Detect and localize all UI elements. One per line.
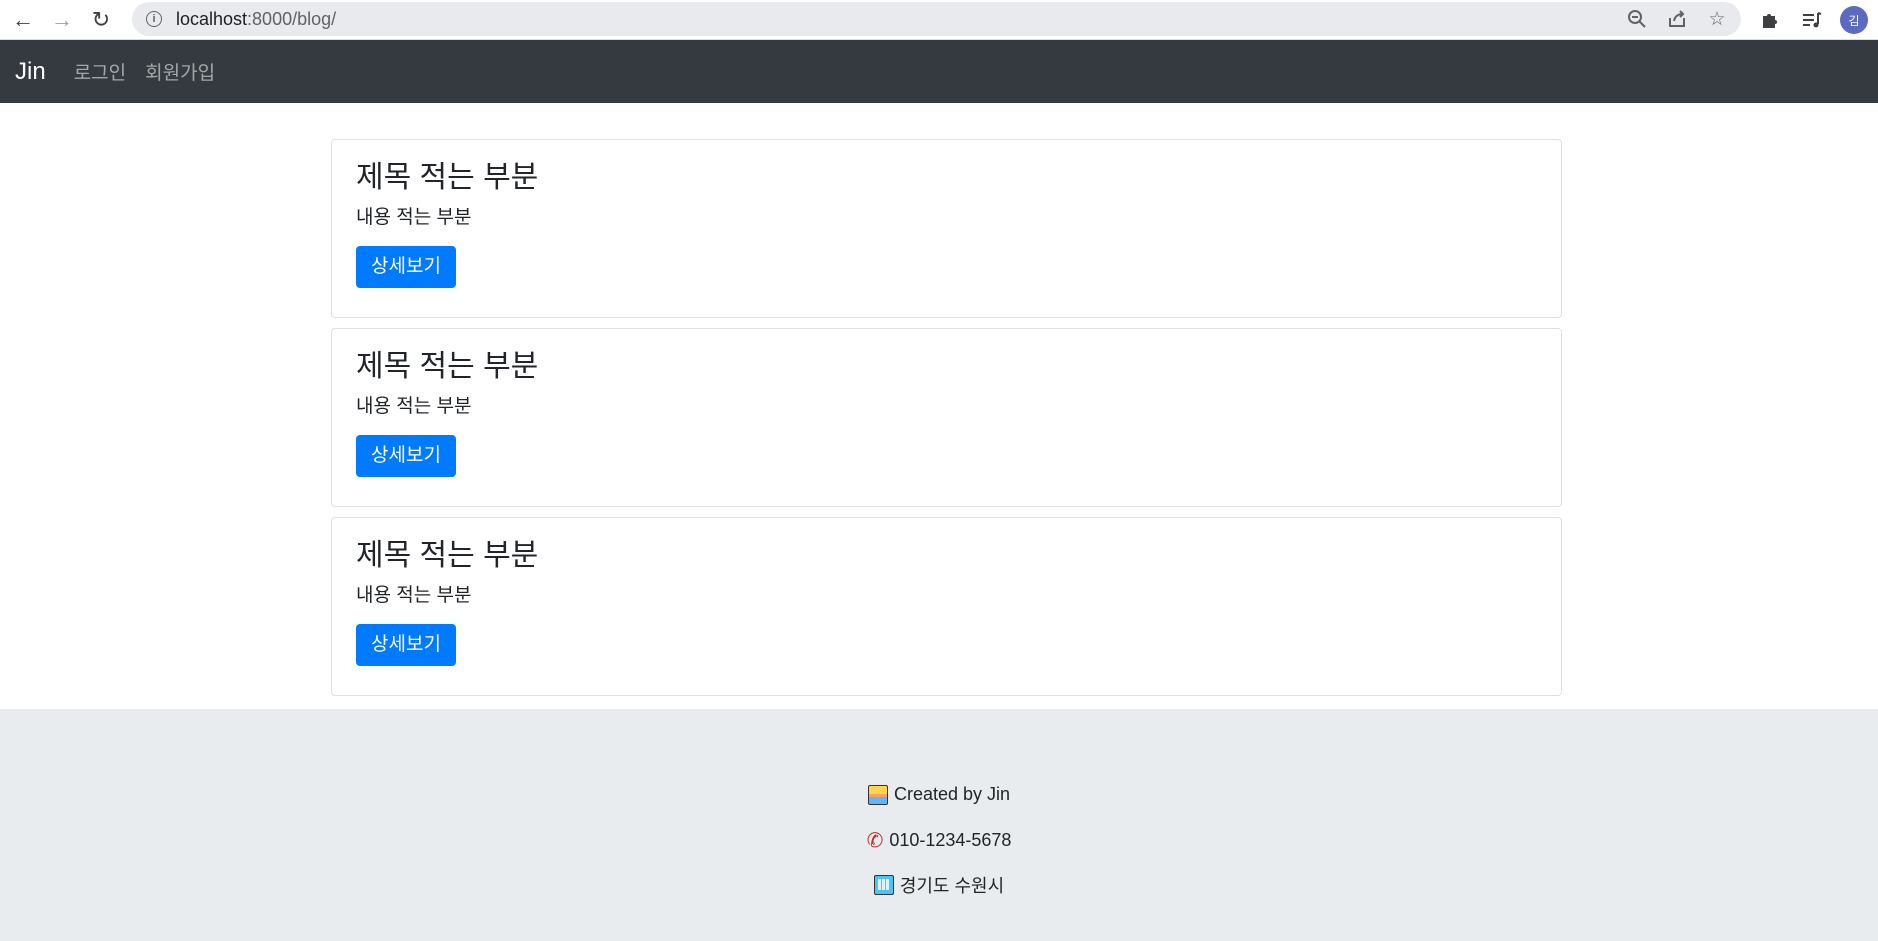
share-icon[interactable] [1663,5,1691,33]
post-title: 제목 적는 부분 [356,161,539,194]
footer-created-text: Created by Jin [893,784,1011,804]
detail-button[interactable]: 상세보기 [356,246,456,288]
profile-avatar[interactable]: 김 [1840,6,1868,34]
post-card: 제목 적는 부분 내용 적는 부분 상세보기 [331,517,1562,696]
detail-button[interactable]: 상세보기 [356,624,456,666]
office-building-icon [873,875,894,895]
footer-phone-text: 010-1234-5678 [889,830,1012,850]
zoom-icon[interactable] [1623,5,1651,33]
site-footer: Created by Jin ✆ 010-1234-5678 경기도 수원시 [0,709,1878,941]
site-info-icon[interactable]: i [146,11,162,27]
address-bar[interactable]: i localhost:8000/blog/ ☆ [132,2,1741,36]
post-card: 제목 적는 부분 내용 적는 부분 상세보기 [331,328,1562,507]
toolbar-actions: 김 [1756,3,1868,37]
post-content: 내용 적는 부분 [356,396,472,417]
post-content: 내용 적는 부분 [356,207,472,228]
sunrise-icon [867,784,888,805]
footer-address-text: 경기도 수원시 [899,876,1005,896]
post-title: 제목 적는 부분 [356,350,539,383]
browser-toolbar: ← → ↻ i localhost:8000/blog/ ☆ 김 [0,0,1878,40]
url-text[interactable]: localhost:8000/blog/ [176,9,336,30]
footer-created: Created by Jin [0,784,1878,805]
footer-address: 경기도 수원시 [0,872,1878,898]
phone-icon: ✆ [866,830,884,852]
navbar-brand[interactable]: Jin [15,58,46,86]
url-path: :8000/blog/ [247,8,337,29]
site-navbar: Jin 로그인 회원가입 [0,40,1878,103]
nav-link-login[interactable]: 로그인 [74,58,126,85]
bookmark-star-icon[interactable]: ☆ [1703,5,1731,33]
url-host: localhost [176,8,248,29]
post-content: 내용 적는 부분 [356,585,472,606]
post-list: 제목 적는 부분 내용 적는 부분 상세보기 제목 적는 부분 내용 적는 부분… [331,139,1562,706]
omnibox-actions: ☆ [1623,2,1731,36]
reload-icon[interactable]: ↻ [85,4,117,36]
forward-arrow-icon[interactable]: → [46,4,78,36]
extensions-puzzle-icon[interactable] [1756,6,1784,34]
detail-button[interactable]: 상세보기 [356,435,456,477]
back-arrow-icon[interactable]: ← [7,4,39,36]
footer-phone: ✆ 010-1234-5678 [0,828,1878,853]
post-card: 제목 적는 부분 내용 적는 부분 상세보기 [331,139,1562,318]
post-title: 제목 적는 부분 [356,539,539,572]
nav-link-signup[interactable]: 회원가입 [145,58,215,85]
reading-list-icon[interactable] [1798,6,1826,34]
